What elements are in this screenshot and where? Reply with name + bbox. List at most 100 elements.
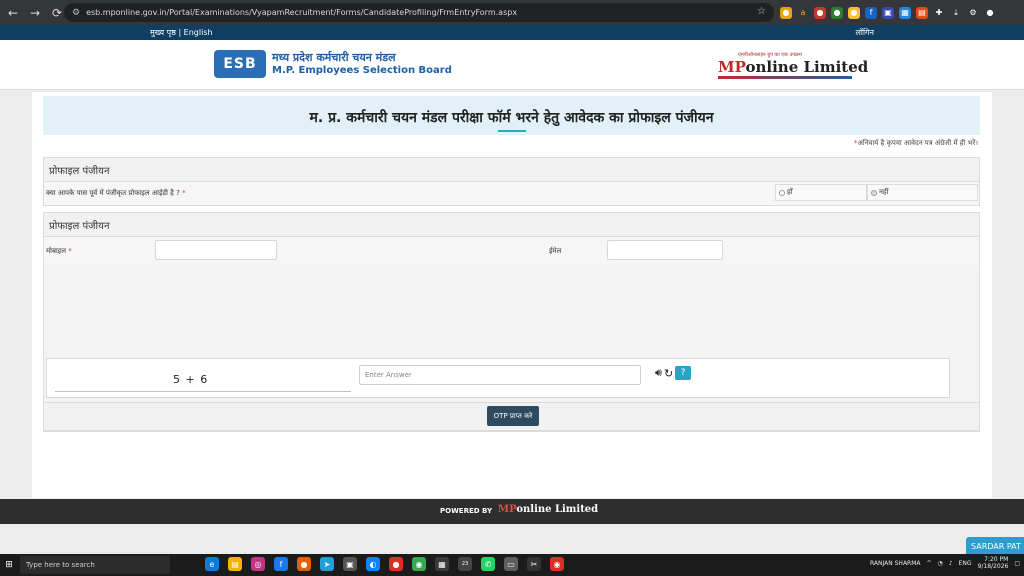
mandatory-note: *अनिवार्य है कृपया आवेदन पत्र अंग्रेजी म… [854, 139, 978, 148]
help-icon[interactable]: ? [675, 366, 692, 380]
captcha-placeholder: Enter Answer [365, 371, 412, 379]
clock[interactable]: 7:20 PM 9/18/2026 [978, 556, 1009, 570]
site-header: ESB मध्य प्रदेश कर्मचारी चयन मंडल M.P. E… [0, 40, 1024, 90]
facebook-icon[interactable]: f [274, 557, 288, 571]
amazon-extension-icon[interactable]: a [797, 6, 809, 19]
extension-icon[interactable]: ▦ [899, 6, 911, 19]
mponline-name: MPonline Limited [718, 58, 868, 76]
radio-no-circle[interactable] [871, 189, 877, 196]
title-band: म. प्र. कर्मचारी चयन मंडल परीक्षा फॉर्म … [43, 96, 980, 135]
esb-hindi-name: मध्य प्रदेश कर्मचारी चयन मंडल [272, 50, 396, 64]
speaker-icon[interactable]: 🔊︎ [655, 366, 662, 380]
notification-icon[interactable]: ▢ [1014, 560, 1020, 567]
extension-icon[interactable]: f [865, 6, 877, 19]
radio-yes-circle[interactable] [779, 189, 785, 196]
captcha-answer-input[interactable]: Enter Answer [359, 365, 641, 385]
profile-registration-section: प्रोफाइल पंजीयन मोबाइल * ईमेल [43, 212, 980, 432]
footer-brand-mp: MP [498, 504, 517, 515]
settings-icon[interactable]: ⚙ [967, 6, 979, 19]
site-info-icon[interactable]: ⚙ [72, 8, 80, 18]
section-heading: प्रोफाइल पंजीयन [44, 213, 979, 237]
browser-toolbar: ← → ⟳ ⌂ ⚙ esb.mponline.gov.in/Portal/Exa… [0, 0, 1024, 25]
extension-icon[interactable]: ● [848, 6, 860, 19]
contact-row: मोबाइल * ईमेल [44, 237, 979, 265]
extensions-puzzle-icon[interactable]: ✚ [933, 6, 945, 19]
app-icon[interactable]: ● [389, 557, 403, 571]
url-text: esb.mponline.gov.in/Portal/Examinations/… [86, 8, 518, 17]
mponline-logo[interactable]: एमपीऑनलाइन ग्रुप का एक उपक्रम MPonline L… [718, 52, 868, 79]
page-title: म. प्र. कर्मचारी चयन मंडल परीक्षा फॉर्म … [309, 110, 714, 126]
taskbar-search-placeholder: Type here to search [26, 561, 95, 569]
radio-no[interactable]: नहीं [867, 184, 978, 201]
system-tray: RANJAN SHARMA ^ ◔ ♪ ENG 7:20 PM 9/18/202… [870, 556, 1020, 570]
profile-icon[interactable]: ● [984, 6, 996, 19]
esb-logo-mark: ESB [214, 50, 266, 78]
profile-id-section: प्रोफाइल पंजीयन क्या आपके पास पूर्व में … [43, 157, 980, 206]
chrome-active-icon[interactable]: ◉ [550, 557, 564, 571]
mponline-bar [718, 76, 852, 79]
chat-tab[interactable]: SARDAR PAT [966, 537, 1024, 555]
mobile-label-text: मोबाइल [46, 247, 66, 255]
profile-id-question-text: क्या आपके पास पूर्व में पंजीकृत प्रोफाइल… [46, 189, 180, 197]
extension-icon[interactable]: ● [831, 6, 843, 19]
get-otp-button[interactable]: OTP प्राप्त करे [487, 406, 539, 426]
volume-icon[interactable]: ♪ [949, 560, 953, 567]
required-star: * [68, 247, 72, 255]
instagram-icon[interactable]: ◎ [251, 557, 265, 571]
telegram-icon[interactable]: ➤ [320, 557, 334, 571]
clock-time: 7:20 PM [984, 556, 1009, 563]
windows-taskbar: ⊞ Type here to search e ▤ ◎ f ● ➤ ▣ ◐ ● … [0, 554, 1024, 576]
home-language-links[interactable]: मुख्य पृष्ठ | English [150, 27, 213, 38]
mponline-mp: MP [718, 58, 746, 76]
radio-yes-label: हाँ [787, 188, 793, 196]
wifi-icon[interactable]: ◔ [938, 560, 943, 567]
tray-chevron-icon[interactable]: ^ [927, 560, 932, 567]
back-icon[interactable]: ← [4, 4, 22, 22]
mobile-input[interactable] [155, 240, 277, 260]
login-link[interactable]: लॉगिन [855, 27, 874, 38]
powered-by-text: POWERED BY [440, 507, 493, 515]
edge-icon[interactable]: e [205, 557, 219, 571]
mobile-label: मोबाइल * [46, 247, 72, 256]
email-label: ईमेल [549, 247, 562, 255]
download-icon[interactable]: ⤓ [950, 6, 962, 19]
app-icon[interactable]: ▦ [435, 557, 449, 571]
whatsapp-icon[interactable]: ✆ [481, 557, 495, 571]
extension-icon[interactable]: ● [780, 6, 792, 19]
esb-logo[interactable]: ESB मध्य प्रदेश कर्मचारी चयन मंडल M.P. E… [214, 50, 452, 78]
app-icon[interactable]: ▣ [343, 557, 357, 571]
extensions-bar: ● a ● ● ● f ▣ ▦ ▤ ✚ ⤓ ⚙ ● [780, 4, 996, 21]
refresh-icon[interactable]: ↻ [664, 367, 673, 380]
captcha-box: 5 + 6 Enter Answer 🔊︎ ↻ ? [46, 358, 950, 398]
email-input[interactable] [607, 240, 723, 260]
windows-start-icon[interactable]: ⊞ [4, 560, 14, 570]
footer-brand[interactable]: MPonline Limited [498, 504, 598, 515]
app-badge: 23 [461, 561, 469, 567]
site-top-bar: मुख्य पृष्ठ | English लॉगिन [0, 25, 1024, 40]
forward-icon[interactable]: → [26, 4, 44, 22]
radio-yes[interactable]: हाँ [775, 184, 867, 201]
profile-id-question: क्या आपके पास पूर्व में पंजीकृत प्रोफाइल… [46, 189, 186, 198]
notification-app-icon[interactable]: 23 [458, 557, 472, 571]
app-icon[interactable]: ▭ [504, 557, 518, 571]
taskbar-search[interactable]: Type here to search [20, 556, 170, 574]
chrome-icon[interactable]: ◉ [412, 557, 426, 571]
footer-brand-rest: online Limited [516, 504, 599, 515]
extension-icon[interactable]: ● [814, 6, 826, 19]
capcut-icon[interactable]: ✂ [527, 557, 541, 571]
mandatory-note-text: अनिवार्य है कृपया आवेदन पत्र अंग्रेजी मे… [857, 139, 979, 147]
file-explorer-icon[interactable]: ▤ [228, 557, 242, 571]
bookmark-star-icon[interactable]: ☆ [757, 6, 766, 17]
captcha-actions: 🔊︎ ↻ ? [655, 366, 692, 380]
address-bar[interactable]: ⚙ esb.mponline.gov.in/Portal/Examination… [64, 3, 774, 22]
captcha-expression: 5 + 6 [173, 373, 209, 386]
site-footer: POWERED BY MPonline Limited [0, 499, 1024, 524]
otp-row: OTP प्राप्त करे [43, 402, 980, 431]
extension-icon[interactable]: ▤ [916, 6, 928, 19]
firefox-icon[interactable]: ● [297, 557, 311, 571]
edge-dev-icon[interactable]: ◐ [366, 557, 380, 571]
clock-date: 9/18/2026 [977, 563, 1009, 571]
required-star: * [182, 189, 186, 197]
language-indicator[interactable]: ENG [959, 560, 972, 567]
extension-icon[interactable]: ▣ [882, 6, 894, 19]
